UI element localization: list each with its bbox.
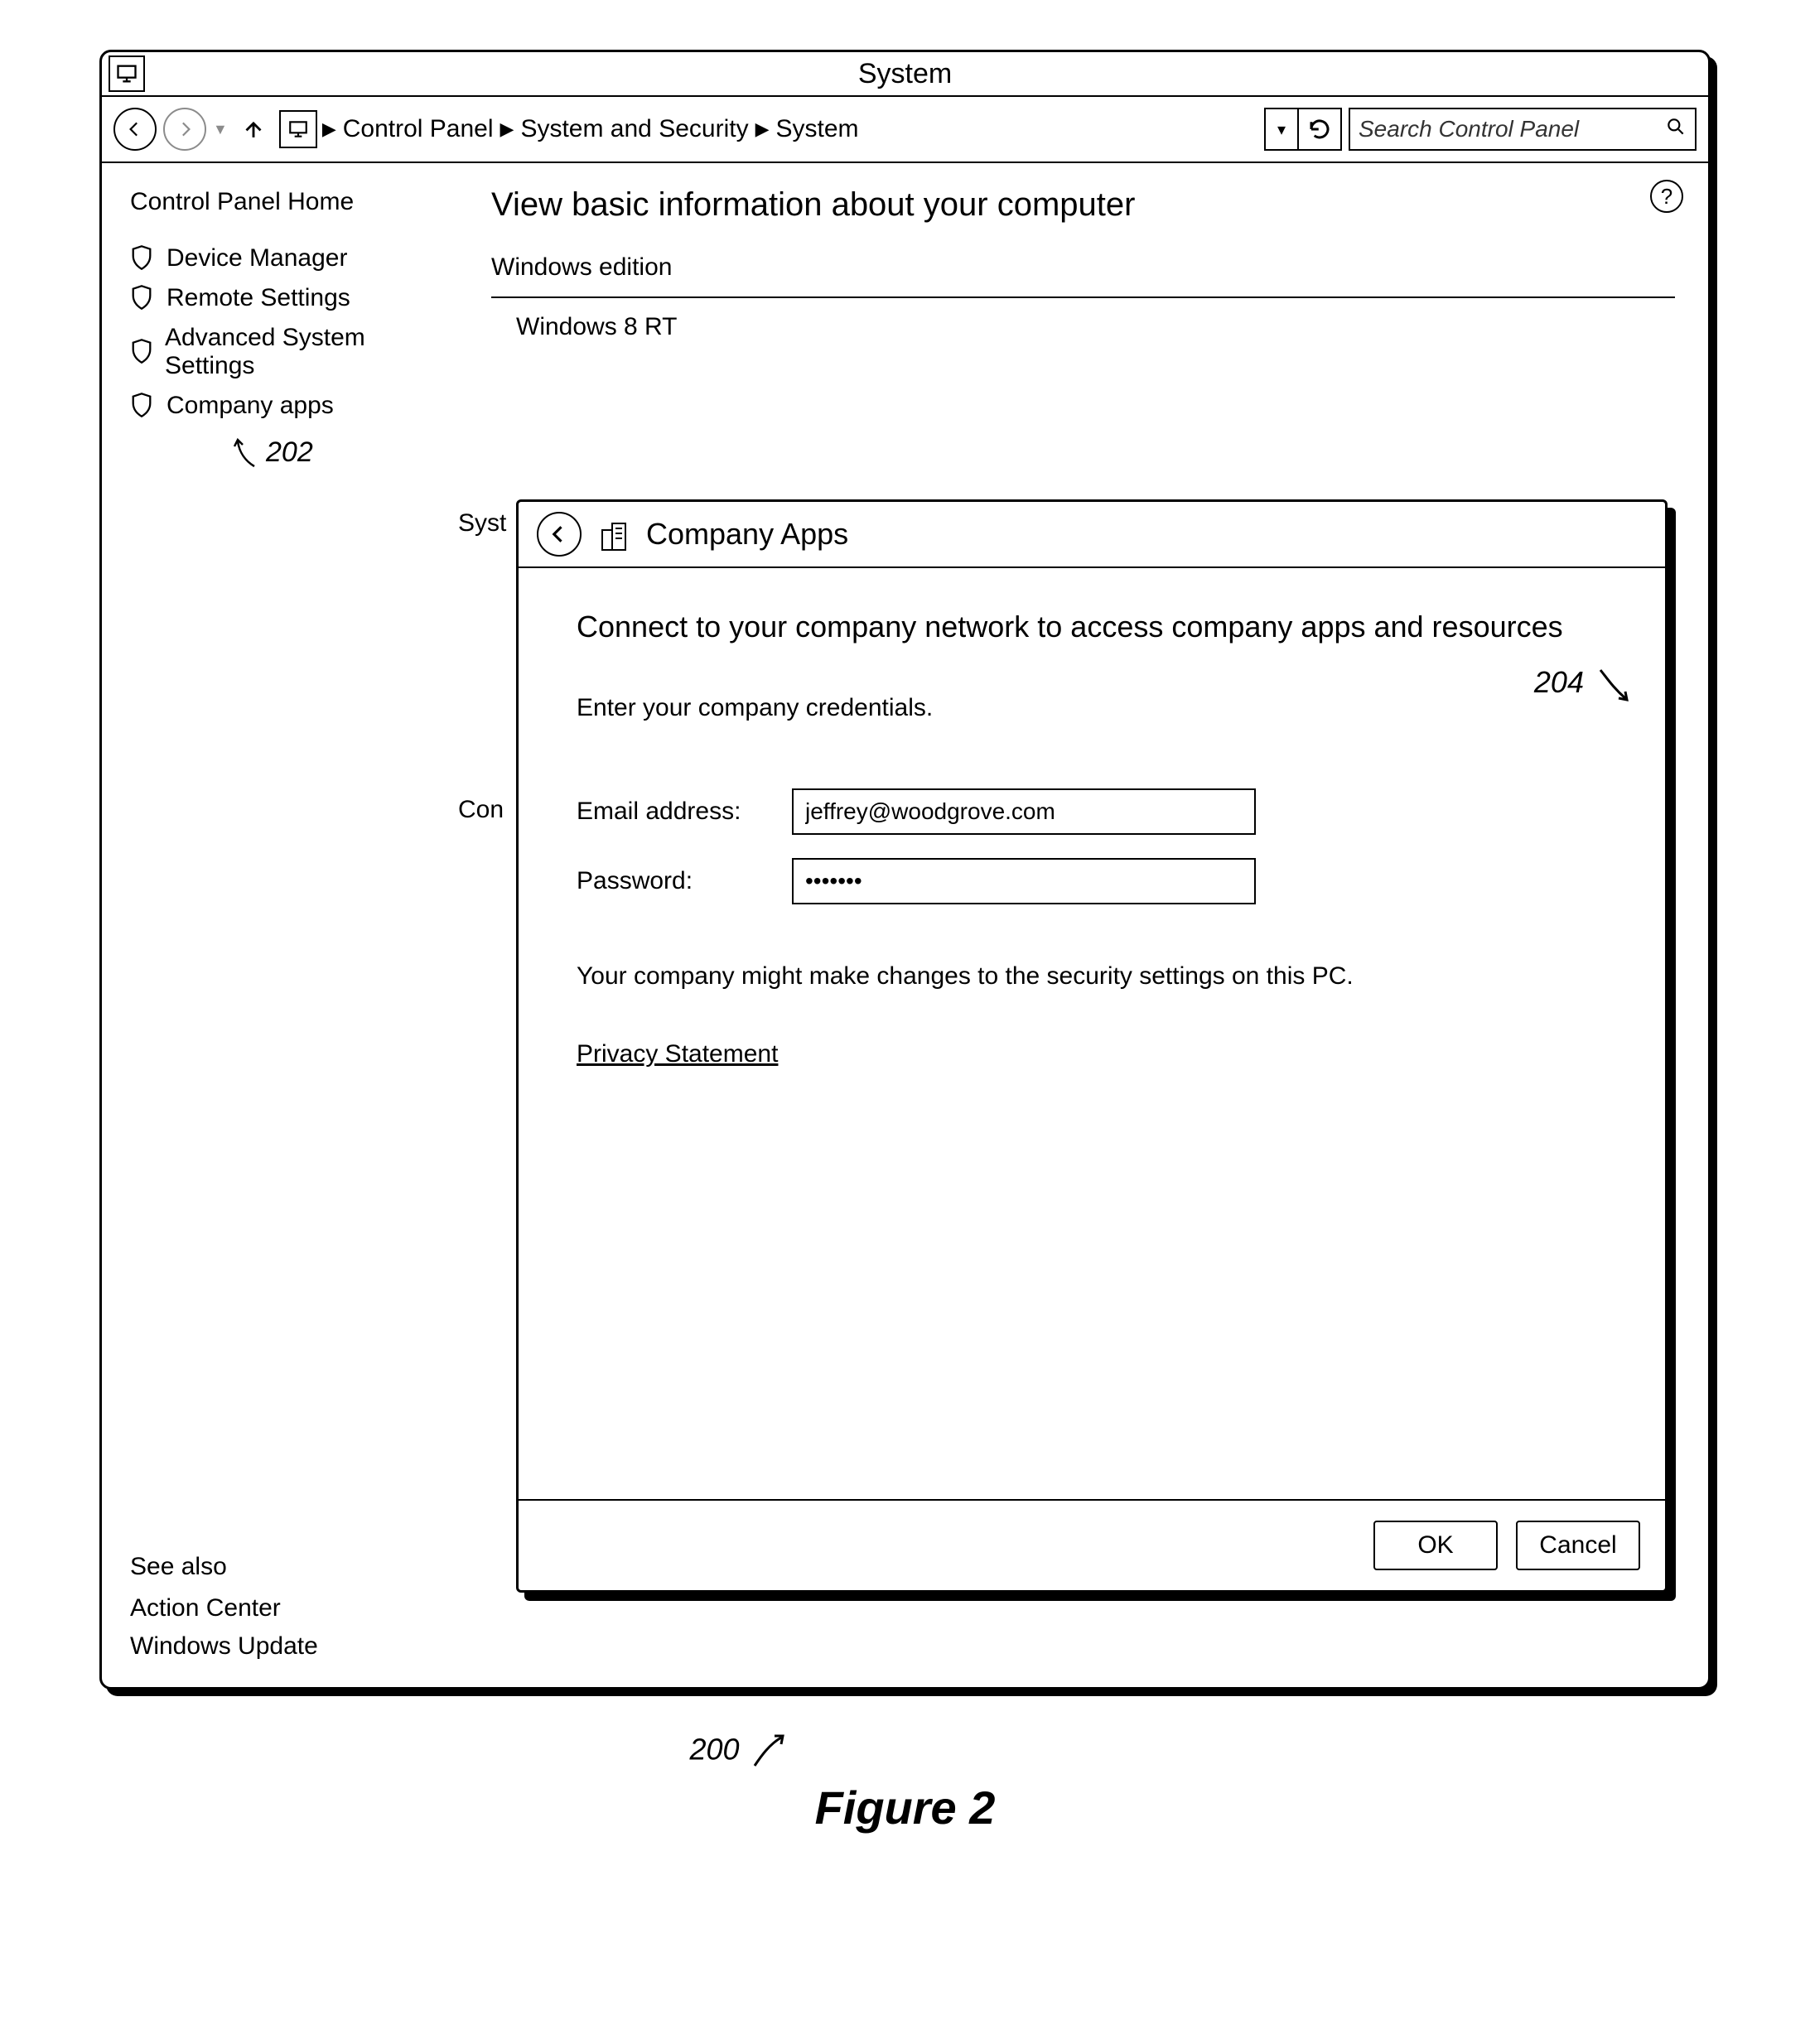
search-placeholder: Search Control Panel (1359, 116, 1579, 142)
search-icon (1665, 116, 1687, 143)
window-title: System (858, 58, 952, 90)
email-field[interactable] (792, 788, 1256, 835)
email-label: Email address: (577, 798, 792, 826)
password-label: Password: (577, 867, 792, 895)
search-input[interactable]: Search Control Panel (1349, 108, 1697, 151)
dialog-heading: Connect to your company network to acces… (577, 610, 1607, 644)
system-window: System ▼ ▶ Control Panel ▶ (99, 50, 1711, 1690)
address-controls: ▾ (1264, 108, 1342, 151)
figure-label: Figure 2 (99, 1781, 1711, 1834)
sidebar-item-label: Device Manager (167, 244, 347, 272)
address-bar[interactable]: ▶ Control Panel ▶ System and Security ▶ … (279, 108, 1342, 151)
sidebar-item-advanced-settings[interactable]: Advanced System Settings (130, 324, 442, 380)
breadcrumb: ▶ Control Panel ▶ System and Security ▶ … (322, 115, 1264, 143)
company-apps-dialog: Company Apps Connect to your company net… (516, 499, 1668, 1593)
shield-icon (130, 244, 155, 272)
windows-edition-label: Windows edition (491, 253, 1675, 282)
sidebar-home-link[interactable]: Control Panel Home (130, 188, 442, 216)
sidebar-item-label: Company apps (167, 392, 334, 420)
sidebar: Control Panel Home Device Manager Remote… (102, 163, 458, 1687)
sidebar-item-company-apps[interactable]: Company apps (130, 392, 442, 420)
shield-icon (130, 284, 155, 312)
chevron-right-icon: ▶ (500, 118, 514, 140)
toolbar: ▼ ▶ Control Panel ▶ System and Security … (102, 97, 1708, 163)
dialog-titlebar: Company Apps (519, 502, 1665, 568)
dialog-title: Company Apps (646, 517, 848, 552)
truncated-text-con: Con (458, 796, 504, 824)
password-field[interactable] (792, 858, 1256, 904)
titlebar: System (102, 52, 1708, 97)
dialog-body: Connect to your company network to acces… (519, 568, 1665, 1499)
privacy-statement-link[interactable]: Privacy Statement (577, 1040, 1607, 1068)
building-icon (596, 517, 631, 552)
dialog-security-note: Your company might make changes to the s… (577, 962, 1607, 991)
sidebar-item-label: Remote Settings (167, 284, 350, 312)
computer-icon (279, 110, 317, 148)
windows-edition-value: Windows 8 RT (516, 313, 1675, 341)
see-also-windows-update[interactable]: Windows Update (130, 1632, 442, 1661)
back-button[interactable] (113, 108, 157, 151)
annotation-202: 202 (229, 436, 442, 470)
page-heading: View basic information about your comput… (491, 186, 1675, 224)
breadcrumb-item[interactable]: Control Panel (343, 115, 494, 143)
annotation-200: 200 (690, 1731, 789, 1772)
divider (491, 296, 1675, 298)
breadcrumb-item[interactable]: System (776, 115, 859, 143)
dialog-footer: OK Cancel (519, 1499, 1665, 1590)
history-dropdown-icon[interactable]: ▼ (213, 121, 228, 138)
see-also-heading: See also (130, 1553, 442, 1581)
up-button[interactable] (234, 110, 273, 148)
shield-icon (130, 392, 155, 420)
cancel-button[interactable]: Cancel (1516, 1521, 1640, 1570)
refresh-button[interactable] (1299, 109, 1340, 149)
forward-button[interactable] (163, 108, 206, 151)
breadcrumb-item[interactable]: System and Security (520, 115, 748, 143)
chevron-right-icon: ▶ (322, 118, 336, 140)
shield-icon (130, 338, 153, 366)
chevron-right-icon: ▶ (755, 118, 770, 140)
see-also-action-center[interactable]: Action Center (130, 1594, 442, 1622)
help-icon[interactable]: ? (1650, 180, 1683, 213)
dialog-subheading: Enter your company credentials. (577, 694, 1607, 722)
ok-button[interactable]: OK (1373, 1521, 1498, 1570)
system-icon (109, 55, 145, 92)
sidebar-item-label: Advanced System Settings (165, 324, 442, 380)
address-dropdown-icon[interactable]: ▾ (1266, 109, 1299, 149)
dialog-back-button[interactable] (537, 512, 582, 557)
sidebar-item-device-manager[interactable]: Device Manager (130, 244, 442, 272)
sidebar-item-remote-settings[interactable]: Remote Settings (130, 284, 442, 312)
annotation-204: 204 (1534, 665, 1634, 706)
truncated-text-syst: Syst (458, 509, 506, 538)
